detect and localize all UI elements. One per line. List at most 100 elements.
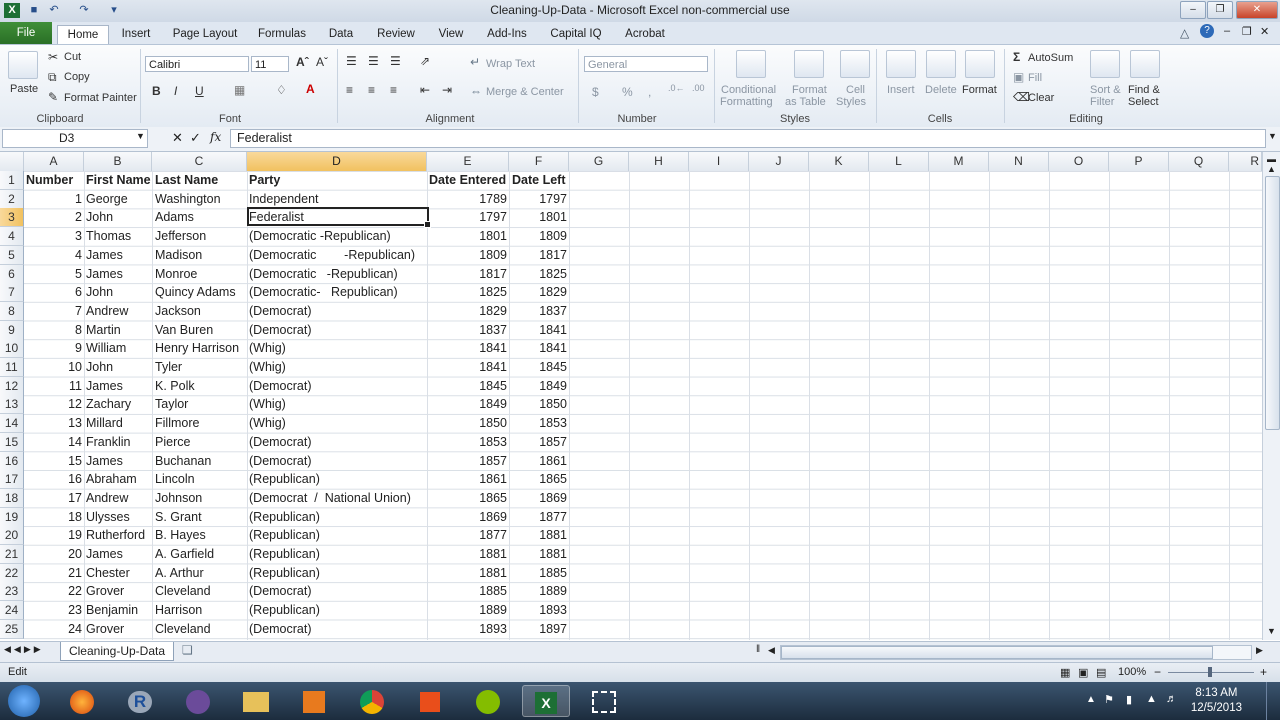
table-cell[interactable]: John [86, 208, 113, 227]
column-header[interactable]: G [569, 152, 629, 171]
spotify-icon[interactable] [464, 685, 512, 717]
row-header[interactable]: 22 [0, 563, 24, 583]
row-header[interactable]: 16 [0, 451, 24, 471]
orientation-icon[interactable]: ⇗ [420, 54, 430, 68]
row-header[interactable]: 13 [0, 395, 24, 415]
table-cell[interactable]: 6 [26, 283, 82, 302]
table-cell[interactable]: 1841 [429, 339, 507, 358]
table-cell[interactable]: Buchanan [155, 452, 211, 471]
row-header[interactable]: 18 [0, 488, 24, 508]
align-middle-icon[interactable]: ☰ [368, 54, 379, 68]
header-cell[interactable]: Number [26, 171, 73, 190]
row-header[interactable]: 17 [0, 470, 24, 490]
row-header[interactable]: 25 [0, 619, 24, 639]
table-cell[interactable]: K. Polk [155, 377, 195, 396]
column-header[interactable]: P [1109, 152, 1169, 171]
table-cell[interactable]: Grover [86, 582, 124, 601]
scroll-up-icon[interactable]: ▲ [1267, 164, 1276, 174]
font-name-select[interactable]: Calibri [145, 56, 249, 72]
align-left-icon[interactable]: ≡ [346, 83, 353, 97]
sheet-nav-icon[interactable]: ◀◀▶▶ [4, 644, 44, 655]
table-cell[interactable]: 15 [26, 452, 82, 471]
normal-view-icon[interactable]: ▦ [1060, 666, 1070, 679]
table-cell[interactable]: 1869 [512, 489, 567, 508]
r-icon[interactable]: R [116, 685, 164, 717]
table-cell[interactable]: 10 [26, 358, 82, 377]
scroll-right-icon[interactable]: ▶ [1256, 645, 1263, 656]
tab-view[interactable]: View [432, 25, 470, 44]
restore-button[interactable]: ❐ [1207, 1, 1233, 19]
fill-handle[interactable] [424, 221, 431, 228]
table-cell[interactable]: 1841 [512, 321, 567, 340]
column-header[interactable]: N [989, 152, 1049, 171]
table-cell[interactable]: 18 [26, 508, 82, 527]
row-header[interactable]: 12 [0, 376, 24, 396]
table-cell[interactable]: (Democrat) [249, 433, 312, 452]
table-cell[interactable]: James [86, 246, 123, 265]
row-header[interactable]: 3 [0, 208, 24, 228]
table-cell[interactable]: Benjamin [86, 601, 138, 620]
column-header[interactable]: M [929, 152, 989, 171]
table-cell[interactable]: 2 [26, 208, 82, 227]
fill-button[interactable]: Fill [1028, 72, 1042, 84]
find-select-button[interactable]: Find & [1128, 84, 1160, 96]
header-cell[interactable]: Date Entered [429, 171, 506, 190]
column-header[interactable]: E [427, 152, 509, 171]
row-header[interactable]: 10 [0, 339, 24, 359]
table-cell[interactable]: Monroe [155, 265, 197, 284]
table-cell[interactable]: Ulysses [86, 508, 130, 527]
row-header[interactable]: 11 [0, 358, 24, 377]
increase-indent-icon[interactable]: ⇥ [442, 83, 452, 97]
tray-flag-icon[interactable]: ⚑ [1104, 693, 1114, 706]
table-cell[interactable]: 1877 [429, 526, 507, 545]
copy-icon[interactable]: ⧉ [48, 70, 57, 85]
worksheet-grid[interactable]: Number First Name Last Name Party Date E… [24, 171, 1262, 640]
table-cell[interactable]: 1845 [512, 358, 567, 377]
split-handle-icon[interactable]: ▬ [1267, 154, 1276, 164]
sort-filter-button[interactable]: Sort & [1090, 84, 1121, 96]
table-cell[interactable]: 9 [26, 339, 82, 358]
table-cell[interactable]: Chester [86, 564, 130, 583]
cell-styles-button[interactable]: Cell [846, 84, 865, 96]
chrome-icon[interactable] [348, 685, 396, 717]
table-cell[interactable]: 12 [26, 395, 82, 414]
table-cell[interactable]: George [86, 190, 128, 209]
zoom-out-icon[interactable]: − [1154, 665, 1161, 679]
table-cell[interactable]: (Whig) [249, 358, 286, 377]
fill-color-icon[interactable]: ♢ [276, 83, 287, 97]
table-cell[interactable]: 1853 [512, 414, 567, 433]
tray-volume-icon[interactable]: ♬ [1166, 693, 1177, 705]
table-cell[interactable]: 1850 [512, 395, 567, 414]
table-cell[interactable]: 1893 [512, 601, 567, 620]
bold-button[interactable]: B [152, 84, 161, 98]
header-cell[interactable]: First Name [86, 171, 151, 190]
app-icon[interactable] [174, 685, 222, 717]
column-header[interactable]: L [869, 152, 929, 171]
table-cell[interactable]: 11 [26, 377, 82, 396]
table-cell[interactable]: 23 [26, 601, 82, 620]
table-cell[interactable]: 1789 [429, 190, 507, 209]
table-cell[interactable]: 1881 [512, 526, 567, 545]
table-cell[interactable]: (Republican) [249, 601, 320, 620]
zoom-slider-thumb[interactable] [1208, 667, 1212, 677]
table-cell[interactable]: 20 [26, 545, 82, 564]
vertical-scroll-thumb[interactable] [1265, 176, 1280, 430]
close-button[interactable]: ✕ [1236, 1, 1278, 19]
table-cell[interactable]: 1825 [512, 265, 567, 284]
table-cell[interactable]: (Democratic- Republican) [249, 283, 398, 302]
doc-close-icon[interactable]: ✕ [1260, 25, 1269, 38]
table-cell[interactable]: 1857 [429, 452, 507, 471]
sheet-tab-cleaning-up-data[interactable]: Cleaning-Up-Data [60, 642, 174, 661]
table-cell[interactable]: 1869 [429, 508, 507, 527]
increase-decimal-icon[interactable]: .0← [668, 83, 685, 93]
table-cell[interactable]: 1881 [512, 545, 567, 564]
table-cell[interactable]: 1841 [512, 339, 567, 358]
scroll-down-icon[interactable]: ▼ [1267, 626, 1276, 636]
table-cell[interactable]: 17 [26, 489, 82, 508]
active-cell-d3[interactable] [247, 207, 431, 228]
help-icon[interactable]: ? [1200, 24, 1214, 38]
table-cell[interactable]: 1829 [429, 302, 507, 321]
table-cell[interactable]: 16 [26, 470, 82, 489]
wrap-text-button[interactable]: Wrap Text [486, 58, 535, 70]
snipping-tool-icon[interactable] [580, 685, 628, 717]
